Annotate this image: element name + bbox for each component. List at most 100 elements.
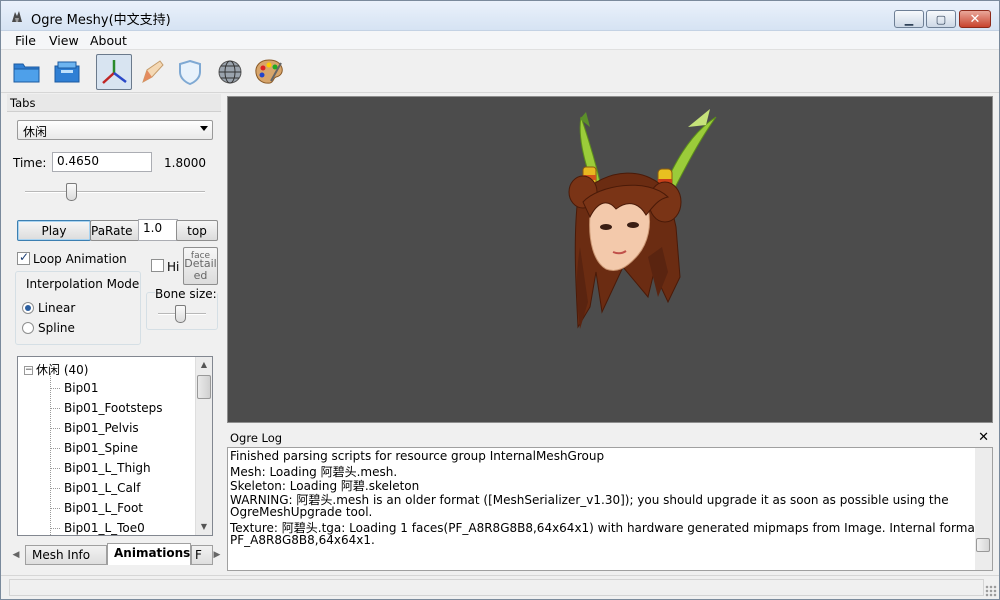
tree-item-label: Bip01_L_Toe0 [64,521,145,535]
interp-spline-radio[interactable] [22,322,34,334]
bottom-tabs: ◀ Mesh Info Animations F ▶ [7,543,221,567]
tree-item[interactable]: Bip01_Footsteps [50,401,163,421]
time-slider-thumb[interactable] [66,183,78,201]
menu-bar: File View About [1,31,999,50]
tree-connector [50,508,60,509]
character-head-model [568,109,717,329]
bone-tree[interactable]: − 休闲 (40) Bip01 Bip01_Footsteps Bip01_Pelvi… [17,356,213,536]
window-title: Ogre Meshy(中文支持) [31,13,171,28]
scroll-up-icon[interactable]: ▲ [196,357,212,373]
log-close-icon[interactable]: ✕ [978,430,989,445]
tree-item-label: Bip01_Spine [64,441,139,455]
tree-item-label: Bip01_Footsteps [64,401,163,415]
status-field [9,579,984,596]
loop-animation-checkbox[interactable] [17,250,30,265]
app-window: Ogre Meshy(中文支持) ▁ ▢ ✕ File View About T… [0,0,1000,600]
menu-about[interactable]: About [90,33,127,48]
interp-spline-label: Spline [38,321,75,335]
stop-button[interactable]: top [176,220,218,241]
tree-item-label: Bip01_Pelvis [64,421,139,435]
status-bar [1,575,999,599]
tree-item[interactable]: Bip01_Spine [50,441,138,461]
ogre-app-icon [12,11,22,22]
show-axes-button[interactable] [96,54,132,90]
shield-icon [179,59,201,86]
tree-connector [50,448,60,449]
tree-root-label: 休闲 (40) [36,363,89,377]
tab-scroll-left-icon[interactable]: ◀ [9,546,23,564]
time-label: Time: [13,156,47,170]
scroll-down-icon[interactable]: ▼ [196,519,212,535]
collapse-icon[interactable]: − [24,366,33,375]
interp-linear-label: Linear [38,301,76,315]
log-scrollbar[interactable] [975,448,992,570]
render-viewport[interactable] [227,96,993,423]
open-folder-icon [13,63,40,83]
open-project-icon [54,61,80,83]
bone-size-thumb[interactable] [174,305,186,323]
shield-button[interactable] [172,54,208,90]
hi-label: Hi [167,260,180,274]
log-line: Finished parsing scripts for resource gr… [230,449,605,463]
wireframe-button[interactable] [212,54,248,90]
palette-icon [255,59,283,84]
close-button[interactable]: ✕ [959,10,991,28]
tree-item[interactable]: Bip01_L_Foot [50,501,143,521]
toolbar [1,51,999,93]
interp-linear-radio[interactable] [22,302,34,314]
ogre-log-text[interactable]: Finished parsing scripts for resource gr… [227,447,993,571]
ogre-log-panel: Ogre Log ✕ Finished parsing scripts for … [227,429,993,571]
maximize-button[interactable]: ▢ [926,10,956,28]
log-line: PF_A8R8G8B8,64x64x1. [230,533,375,547]
interpolation-title: Interpolation Mode [26,277,140,291]
hi-checkbox[interactable] [151,259,164,272]
play-button[interactable]: Play [17,220,91,241]
axes-icon [102,60,127,84]
tree-connector [50,408,60,409]
tree-item[interactable]: Bip01 [50,381,98,401]
edit-button[interactable] [134,54,170,90]
tab-animations[interactable]: Animations [107,543,191,565]
pencil-icon [142,60,164,84]
tree-item[interactable]: Bip01_L_Thigh [50,461,151,481]
tree-item[interactable]: Bip01_Pelvis [50,421,139,441]
ogre-log-title: Ogre Log [230,431,283,445]
tree-item[interactable]: Bip01_L_Calf [50,481,140,501]
minimize-icon: ▁ [904,12,914,26]
tree-item[interactable]: Bip01_L_Toe0 [50,521,145,535]
parate-input[interactable]: 1.0 [138,219,178,241]
log-scroll-thumb[interactable] [976,538,990,552]
tree-item-label: Bip01 [64,381,99,395]
tree-connector [50,388,60,389]
face-detailed-button[interactable]: face Detail ed [183,247,218,285]
animation-select[interactable]: 休闲 [17,120,213,140]
open-project-button[interactable] [49,54,85,90]
menu-view[interactable]: View [49,33,79,48]
resize-grip-icon[interactable] [985,585,997,597]
tab-mesh-info[interactable]: Mesh Info [25,545,107,565]
tree-guide-line [50,373,51,535]
material-button[interactable] [251,54,287,90]
tab-scroll-right-icon[interactable]: ▶ [210,546,224,564]
log-line: OgreMeshUpgrade tool. [230,505,373,519]
tree-scroll-thumb[interactable] [197,375,211,399]
tree-item-label: Bip01_L_Foot [64,501,144,515]
tree-scrollbar[interactable]: ▲ ▼ [195,357,212,535]
loop-animation-label: Loop Animation [33,252,127,266]
tree-connector [50,488,60,489]
detail-label-3: ed [193,269,208,282]
time-input[interactable]: 0.4650 [52,152,152,172]
parate-button[interactable]: PaRate [90,220,140,241]
tabs-panel: Tabs 休闲 Time: 0.4650 1.8000 Play PaRate … [7,94,221,572]
wireframe-globe-icon [218,60,242,84]
tree-connector [50,528,60,529]
chevron-down-icon [200,126,208,131]
tabs-panel-title: Tabs [7,94,221,112]
maximize-icon: ▢ [935,12,947,26]
tree-root[interactable]: − 休闲 (40) [24,361,88,381]
menu-file[interactable]: File [15,33,36,48]
open-folder-button[interactable] [9,54,45,90]
minimize-button[interactable]: ▁ [894,10,924,28]
tree-connector [50,468,60,469]
tree-connector [50,428,60,429]
